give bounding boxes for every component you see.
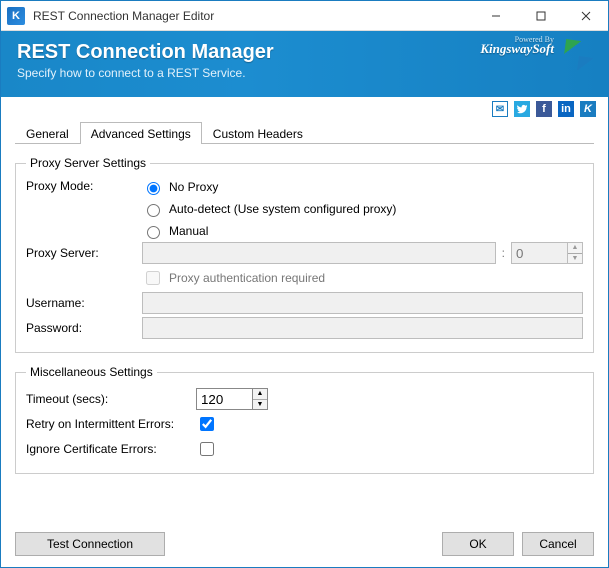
proxy-server-label: Proxy Server:	[26, 246, 142, 260]
close-button[interactable]	[563, 1, 608, 31]
proxy-mode-manual-label: Manual	[169, 224, 208, 238]
proxy-mode-no-proxy-radio[interactable]	[147, 182, 160, 195]
proxy-port-separator: :	[502, 246, 505, 260]
mail-icon[interactable]: ✉	[492, 101, 508, 117]
proxy-auth-required-label: Proxy authentication required	[169, 271, 325, 285]
proxy-auth-required-checkbox[interactable]	[146, 271, 160, 285]
window-title: REST Connection Manager Editor	[33, 9, 473, 23]
proxy-port-down-icon[interactable]: ▼	[568, 254, 582, 264]
minimize-button[interactable]	[473, 1, 518, 31]
proxy-mode-label: Proxy Mode:	[26, 179, 142, 193]
timeout-label: Timeout (secs):	[26, 392, 196, 406]
close-icon	[581, 11, 591, 21]
timeout-stepper[interactable]: ▲ ▼	[196, 388, 268, 410]
proxy-mode-no-proxy[interactable]: No Proxy	[142, 179, 396, 195]
username-label: Username:	[26, 296, 142, 310]
twitter-icon[interactable]	[514, 101, 530, 117]
miscellaneous-settings-group: Miscellaneous Settings Timeout (secs): ▲…	[15, 365, 594, 474]
proxy-mode-auto[interactable]: Auto-detect (Use system configured proxy…	[142, 201, 396, 217]
timeout-down-icon[interactable]: ▼	[253, 400, 267, 410]
timeout-input[interactable]	[196, 388, 252, 410]
footer: Test Connection OK Cancel	[1, 521, 608, 567]
window: K REST Connection Manager Editor REST Co…	[0, 0, 609, 568]
misc-group-legend: Miscellaneous Settings	[26, 365, 157, 379]
facebook-icon[interactable]: f	[536, 101, 552, 117]
proxy-mode-manual-radio[interactable]	[147, 226, 160, 239]
proxy-auth-required[interactable]: Proxy authentication required	[142, 268, 325, 288]
linkedin-icon[interactable]: in	[558, 101, 574, 117]
timeout-up-icon[interactable]: ▲	[253, 389, 267, 400]
tab-custom-headers[interactable]: Custom Headers	[202, 122, 314, 144]
social-row: ✉ f in K	[1, 97, 608, 119]
test-connection-button[interactable]: Test Connection	[15, 532, 165, 556]
proxy-port-stepper[interactable]: ▲ ▼	[511, 242, 583, 264]
maximize-button[interactable]	[518, 1, 563, 31]
tabs: General Advanced Settings Custom Headers	[15, 121, 594, 144]
brand-cube-icon	[562, 39, 596, 73]
powered-by-label: Powered By	[515, 35, 554, 44]
proxy-server-settings-group: Proxy Server Settings Proxy Mode: No Pro…	[15, 156, 594, 353]
proxy-mode-auto-label: Auto-detect (Use system configured proxy…	[169, 202, 396, 216]
banner-subtitle: Specify how to connect to a REST Service…	[17, 66, 592, 80]
kingswaysoft-icon[interactable]: K	[580, 101, 596, 117]
proxy-mode-manual[interactable]: Manual	[142, 223, 396, 239]
proxy-port-input[interactable]	[511, 242, 567, 264]
cancel-button[interactable]: Cancel	[522, 532, 594, 556]
maximize-icon	[536, 11, 546, 21]
ignore-cert-label: Ignore Certificate Errors:	[26, 442, 196, 456]
app-icon: K	[7, 7, 25, 25]
ignore-cert-checkbox[interactable]	[200, 442, 214, 456]
minimize-icon	[491, 11, 501, 21]
proxy-port-up-icon[interactable]: ▲	[568, 243, 582, 254]
ok-button[interactable]: OK	[442, 532, 514, 556]
password-input[interactable]	[142, 317, 583, 339]
retry-label: Retry on Intermittent Errors:	[26, 417, 196, 431]
username-input[interactable]	[142, 292, 583, 314]
proxy-group-legend: Proxy Server Settings	[26, 156, 150, 170]
proxy-server-input[interactable]	[142, 242, 496, 264]
retry-checkbox[interactable]	[200, 417, 214, 431]
titlebar: K REST Connection Manager Editor	[1, 1, 608, 31]
window-controls	[473, 1, 608, 31]
banner: REST Connection Manager Specify how to c…	[1, 31, 608, 97]
proxy-mode-auto-radio[interactable]	[147, 204, 160, 217]
password-label: Password:	[26, 321, 142, 335]
brand-logo: Powered By KingswaySoft	[480, 41, 554, 57]
proxy-mode-no-proxy-label: No Proxy	[169, 180, 218, 194]
tab-advanced-settings[interactable]: Advanced Settings	[80, 122, 202, 144]
tab-general[interactable]: General	[15, 122, 80, 144]
